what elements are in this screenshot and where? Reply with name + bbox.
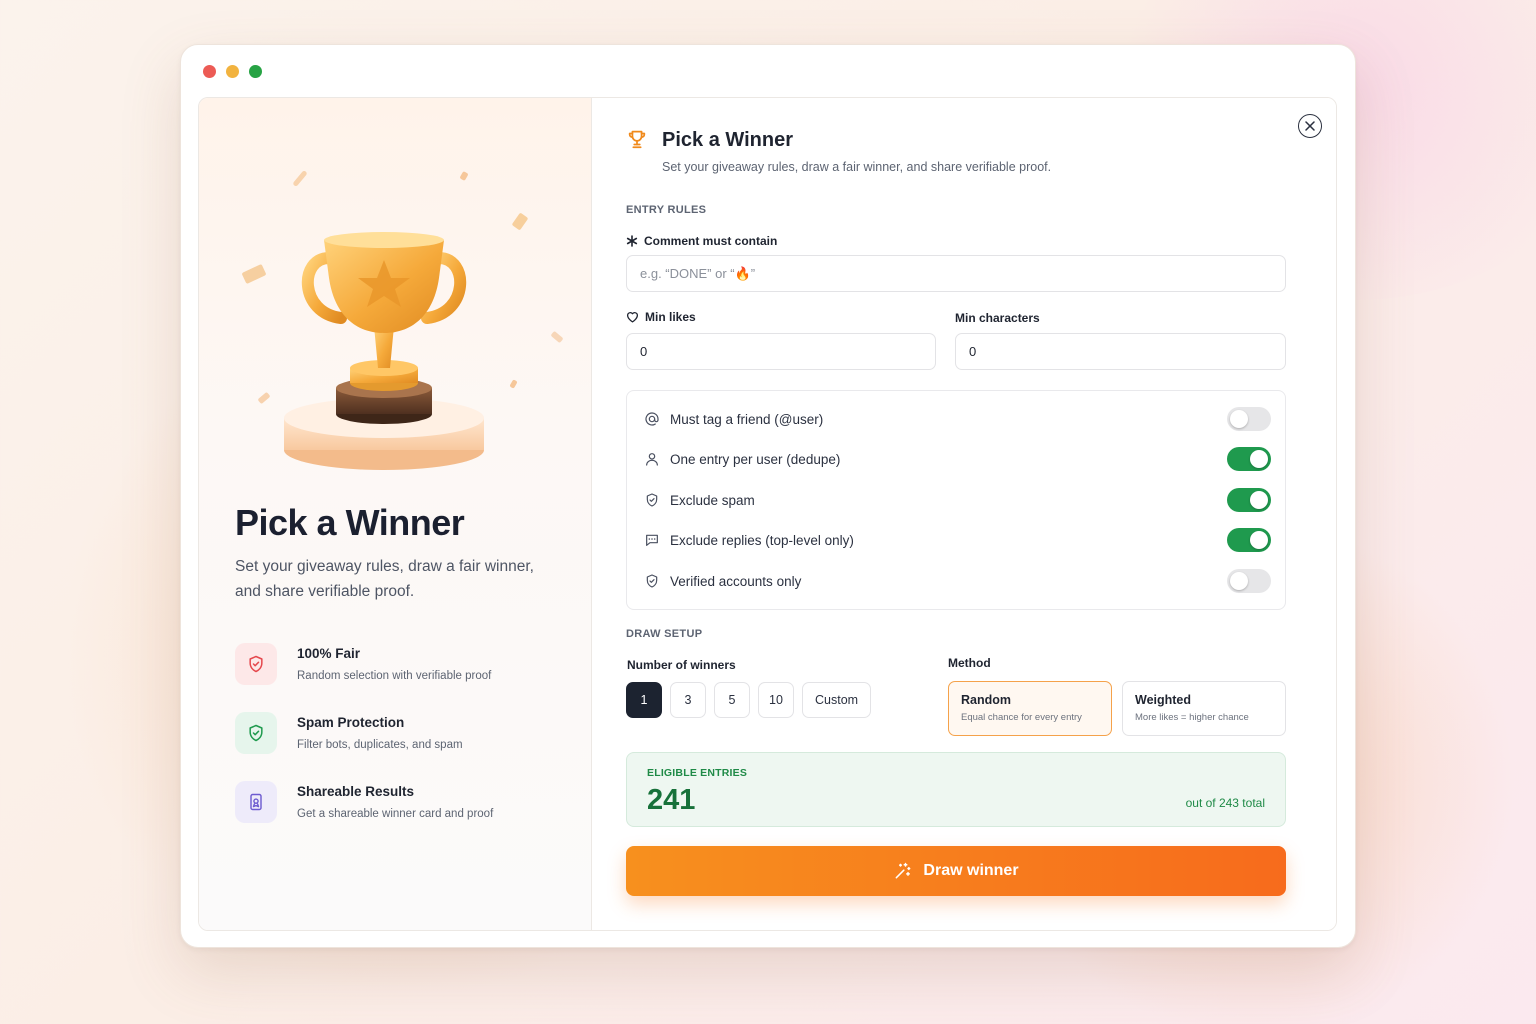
feature-spam: Spam Protection Filter bots, duplicates,… <box>235 712 463 754</box>
comment-label: Comment must contain <box>626 234 777 248</box>
hero-subtitle: Set your giveaway rules, draw a fair win… <box>235 558 534 600</box>
toggle-row-verified: Verified accounts only <box>627 561 1285 601</box>
min-chars-label: Min characters <box>955 311 1040 325</box>
min-chars-label-text: Min characters <box>955 311 1040 325</box>
heart-icon <box>626 312 639 323</box>
comment-label-text: Comment must contain <box>644 234 778 248</box>
app-window: Pick a Winner Set your giveaway rules, d… <box>180 44 1356 948</box>
winner-option-10[interactable]: 10 <box>758 682 794 718</box>
exclude-replies-toggle[interactable] <box>1227 528 1271 552</box>
winners-label: Number of winners <box>627 658 736 672</box>
fair-shield-icon <box>235 643 277 685</box>
dedupe-toggle[interactable] <box>1227 447 1271 471</box>
min-likes-label-text: Min likes <box>645 310 696 324</box>
min-likes-label: Min likes <box>626 310 696 324</box>
panel-title: Pick a Winner <box>662 129 793 151</box>
share-card-icon <box>235 781 277 823</box>
hero-panel: Pick a Winner Set your giveaway rules, d… <box>199 98 592 930</box>
spam-shield-icon <box>235 712 277 754</box>
close-icon <box>1305 121 1315 131</box>
min-chars-input[interactable] <box>955 333 1286 370</box>
eligible-total: out of 243 total <box>1185 796 1265 810</box>
toggle-label: Exclude spam <box>670 492 755 508</box>
confetti-piece <box>241 263 267 285</box>
winner-count-options: 1 3 5 10 Custom <box>626 682 872 718</box>
method-title: Random <box>961 693 1011 707</box>
confetti-piece <box>292 169 308 188</box>
method-desc: More likes = higher chance <box>1135 712 1249 723</box>
close-window-dot[interactable] <box>203 65 216 78</box>
method-title: Weighted <box>1135 693 1192 707</box>
winner-option-custom[interactable]: Custom <box>802 682 872 718</box>
method-desc: Equal chance for every entry <box>961 712 1082 723</box>
verified-toggle[interactable] <box>1227 569 1271 593</box>
draw-winner-label: Draw winner <box>923 862 1019 879</box>
trophy-illustration <box>269 218 529 478</box>
method-random[interactable]: Random Equal chance for every entry <box>948 681 1112 736</box>
feature-title: 100% Fair <box>297 646 361 661</box>
shield-check-icon <box>643 491 661 509</box>
shield-check-icon <box>643 572 661 590</box>
panel-subtitle: Set your giveaway rules, draw a fair win… <box>662 160 1052 174</box>
eligible-entries-card: ELIGIBLE ENTRIES 241 out of 243 total <box>626 752 1286 827</box>
tag-friend-toggle[interactable] <box>1227 407 1271 431</box>
feature-title: Shareable Results <box>297 784 415 799</box>
toggle-row-tag-friend: Must tag a friend (@user) <box>627 399 1285 439</box>
feature-fair: 100% Fair Random selection with verifiab… <box>235 643 491 685</box>
trophy-outline-icon <box>626 128 648 155</box>
content-frame: Pick a Winner Set your giveaway rules, d… <box>198 97 1337 931</box>
eligible-count: 241 <box>647 784 696 816</box>
winner-option-3[interactable]: 3 <box>670 682 706 718</box>
toggle-label: Must tag a friend (@user) <box>670 411 824 427</box>
toggle-label: One entry per user (dedupe) <box>670 451 841 467</box>
winner-option-1[interactable]: 1 <box>626 682 662 718</box>
close-button[interactable] <box>1298 114 1322 138</box>
toggle-row-exclude-spam: Exclude spam <box>627 480 1285 520</box>
exclude-spam-toggle[interactable] <box>1227 488 1271 512</box>
draw-setup-label: DRAW SETUP <box>626 628 703 640</box>
rules-panel: Pick a Winner Set your giveaway rules, d… <box>592 98 1336 930</box>
window-controls <box>203 65 262 78</box>
feature-title: Spam Protection <box>297 715 405 730</box>
entry-rules-label: ENTRY RULES <box>626 204 707 216</box>
eligible-label: ELIGIBLE ENTRIES <box>647 767 748 779</box>
toggle-list: Must tag a friend (@user) One entry per … <box>626 390 1286 610</box>
min-likes-input[interactable] <box>626 333 936 370</box>
feature-share: Shareable Results Get a shareable winner… <box>235 781 493 823</box>
asterisk-icon <box>626 235 638 247</box>
maximize-window-dot[interactable] <box>249 65 262 78</box>
comment-input[interactable] <box>626 255 1286 292</box>
winner-option-5[interactable]: 5 <box>714 682 750 718</box>
at-icon <box>643 410 661 428</box>
confetti-piece <box>550 330 564 344</box>
draw-winner-button[interactable]: Draw winner <box>626 846 1286 896</box>
feature-desc: Random selection with verifiable proof <box>297 670 492 682</box>
method-label: Method <box>948 656 991 670</box>
feature-desc: Filter bots, duplicates, and spam <box>297 739 463 751</box>
toggle-row-exclude-replies: Exclude replies (top-level only) <box>627 520 1285 560</box>
toggle-row-dedupe: One entry per user (dedupe) <box>627 439 1285 479</box>
trophy-icon <box>284 232 484 470</box>
user-icon <box>643 450 661 468</box>
feature-desc: Get a shareable winner card and proof <box>297 808 494 820</box>
method-weighted[interactable]: Weighted More likes = higher chance <box>1122 681 1286 736</box>
toggle-label: Verified accounts only <box>670 573 802 589</box>
message-icon <box>643 531 661 549</box>
sparkles-icon <box>896 862 911 879</box>
confetti-piece <box>459 171 469 181</box>
minimize-window-dot[interactable] <box>226 65 239 78</box>
hero-title: Pick a Winner <box>235 502 465 543</box>
toggle-label: Exclude replies (top-level only) <box>670 532 854 548</box>
